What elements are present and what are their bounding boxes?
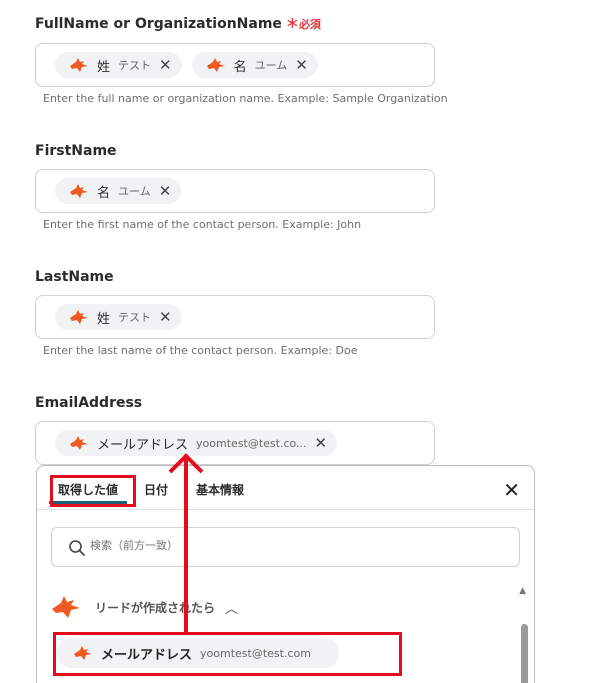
help-text: Enter the last name of the contact perso… xyxy=(43,344,358,357)
fox-icon xyxy=(70,184,88,198)
tab-divider xyxy=(37,509,534,510)
scroll-up-arrow[interactable]: ▲ xyxy=(519,586,526,596)
firstname-field: FirstName 名 ユーム ✕ Enter the first name o… xyxy=(35,141,435,231)
token-input[interactable]: 名 ユーム ✕ xyxy=(35,169,435,213)
chip-name: 姓 xyxy=(97,59,111,75)
help-text: Enter the first name of the contact pers… xyxy=(43,218,362,231)
group-label: リードが作成されたら xyxy=(95,600,216,615)
token-chip[interactable]: 姓 テスト ✕ xyxy=(55,304,182,330)
chip-value: yoomtest@test.co... xyxy=(196,436,307,450)
close-icon[interactable]: ✕ xyxy=(159,309,172,325)
chip-value: テスト xyxy=(118,59,152,72)
close-icon[interactable]: ✕ xyxy=(159,183,172,199)
token-chip[interactable]: 名 ユーム ✕ xyxy=(55,178,182,204)
chip-value: ユーム xyxy=(118,185,151,198)
search-box[interactable] xyxy=(51,527,520,567)
chip-name: 名 xyxy=(233,59,247,75)
chip-name: 姓 xyxy=(97,311,111,327)
token-input[interactable]: 姓 テスト ✕ 名 ユーム ✕ xyxy=(35,43,435,87)
lastname-field: LastName 姓 テスト ✕ Enter the last name of … xyxy=(35,267,435,357)
highlight-tab-box xyxy=(50,475,136,507)
fullname-field: FullName or OrganizationName ＊必須 姓 テスト ✕ … xyxy=(35,14,448,105)
field-label: EmailAddress xyxy=(35,395,143,411)
token-input[interactable]: 姓 テスト ✕ xyxy=(35,295,435,339)
close-icon[interactable]: ✕ xyxy=(295,57,308,73)
help-text: Enter the full name or organization name… xyxy=(43,92,448,105)
chip-value: ユーム xyxy=(254,59,288,72)
search-input[interactable] xyxy=(90,539,490,552)
token-chip[interactable]: 姓 テスト ✕ xyxy=(55,52,182,78)
chip-value: テスト xyxy=(118,311,152,324)
chevron-up-icon[interactable]: ︿ xyxy=(225,598,238,617)
search-icon xyxy=(69,540,85,556)
fox-icon xyxy=(206,58,225,72)
scrollbar-thumb[interactable] xyxy=(521,624,528,683)
field-label: FullName or OrganizationName ＊必須 xyxy=(35,16,321,32)
highlight-option-box xyxy=(53,632,402,676)
chip-name: メールアドレス xyxy=(97,437,189,453)
fox-icon xyxy=(70,310,88,324)
token-input[interactable]: メールアドレス yoomtest@test.co... ✕ xyxy=(35,421,435,465)
required-badge: 必須 xyxy=(298,18,321,31)
token-chip[interactable]: メールアドレス yoomtest@test.co... ✕ xyxy=(55,430,338,456)
field-label: FirstName xyxy=(35,143,117,159)
tab-date[interactable]: 日付 xyxy=(135,476,177,504)
trigger-group-header[interactable]: リードが作成されたら ︿ xyxy=(51,594,238,620)
fox-icon xyxy=(70,58,88,72)
chip-name: 名 xyxy=(97,185,111,201)
required-mark: ＊ xyxy=(285,17,299,32)
tab-basic-info[interactable]: 基本情報 xyxy=(187,476,253,504)
email-field: EmailAddress メールアドレス yoomtest@test.co...… xyxy=(35,393,435,465)
close-icon[interactable]: ✕ xyxy=(159,57,172,73)
field-label: LastName xyxy=(35,269,114,285)
token-chip[interactable]: 名 ユーム ✕ xyxy=(191,52,318,78)
fox-icon xyxy=(52,596,80,618)
close-icon[interactable]: ✕ xyxy=(315,435,328,451)
close-icon[interactable]: ✕ xyxy=(503,480,520,500)
fox-icon xyxy=(70,436,88,450)
